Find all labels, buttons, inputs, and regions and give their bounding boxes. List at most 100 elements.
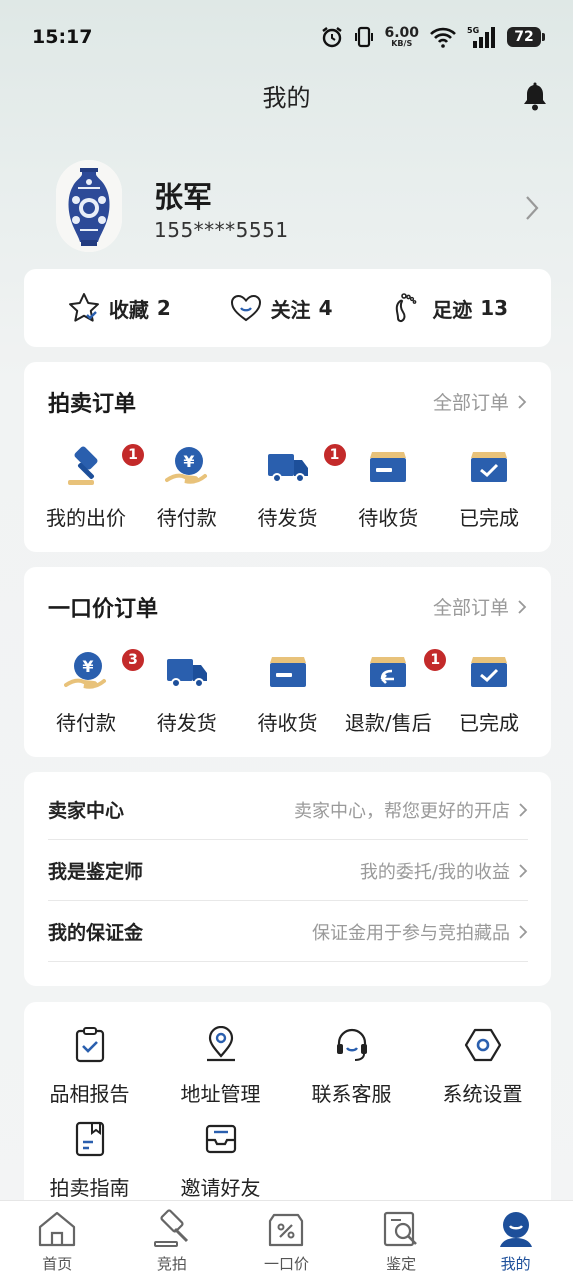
stat-footprints-count: 13 [480, 296, 509, 320]
tool-address[interactable]: 地址管理 [155, 1026, 286, 1107]
tool-auction-guide[interactable]: 拍卖指南 [24, 1120, 155, 1201]
heart-icon [230, 294, 261, 322]
stat-following[interactable]: 关注 4 [229, 291, 333, 325]
auction-order-row: 1 我的出价 ¥ 待付款 1 待发货 待收货 已完成 [24, 434, 551, 531]
auction-all-orders-link[interactable]: 全部订单 [433, 388, 527, 415]
order-completed[interactable]: 已完成 [443, 434, 535, 531]
stat-favorites-label: 收藏 [108, 297, 149, 322]
tools-card: 品相报告 地址管理 联系客服 系统设置 拍卖指南 邀请好友 [24, 1002, 551, 1222]
net-speed-value: 6.00 [384, 25, 419, 41]
stat-favorites-count: 2 [156, 296, 171, 320]
fixed-orders-title: 一口价订单 [48, 597, 159, 622]
avatar[interactable] [56, 160, 122, 252]
stat-footprints[interactable]: 足迹 13 [390, 291, 508, 325]
status-time: 15:17 [32, 26, 93, 48]
auction-orders-title: 拍卖订单 [48, 392, 137, 417]
user-phone: 155****5551 [154, 218, 289, 242]
menu-deposit-label: 我的保证金 [48, 922, 144, 944]
tab-profile[interactable]: 我的 [461, 1201, 571, 1280]
chevron-right-icon [518, 394, 527, 409]
truck-icon [166, 659, 207, 688]
chevron-right-icon[interactable] [524, 194, 540, 222]
fixed-order-completed[interactable]: 已完成 [443, 639, 535, 736]
fixed-all-orders-link[interactable]: 全部订单 [433, 593, 527, 620]
profile-header[interactable]: 张军 155****5551 [52, 160, 552, 254]
inbox-invite-icon [205, 1124, 236, 1154]
fixed-order-pending-receive[interactable]: 待收货 [242, 639, 334, 736]
fixed-order-pending-payment[interactable]: ¥ 3 待付款 [40, 639, 146, 736]
stats-card: 收藏 2 关注 4 足迹 13 [24, 269, 551, 347]
tab-appraise[interactable]: 鉴定 [346, 1201, 456, 1280]
box-check-icon [471, 657, 507, 687]
tab-home-label: 首页 [42, 1255, 73, 1273]
box-icon [370, 452, 407, 482]
fixed-order-pending-ship[interactable]: 待发货 [141, 639, 233, 736]
guide-doc-icon [75, 1121, 104, 1157]
menu-seller-center[interactable]: 卖家中心 卖家中心，帮您更好的开店 [48, 780, 528, 840]
tool-invite-friends-label: 邀请好友 [180, 1176, 261, 1200]
hexagon-settings-icon [464, 1028, 501, 1062]
tool-customer-service[interactable]: 联系客服 [286, 1026, 417, 1107]
order-pending-ship[interactable]: 1 待发货 [242, 434, 348, 531]
fixed-order-completed-label: 已完成 [459, 711, 519, 735]
stat-footprints-label: 足迹 [432, 297, 473, 322]
appraise-search-icon [383, 1211, 417, 1247]
price-tag-icon [269, 1213, 304, 1247]
battery-icon: 72 [507, 27, 545, 47]
auction-all-orders-label: 全部订单 [432, 392, 509, 414]
menu-seller-center-desc: 卖家中心，帮您更好的开店 [294, 800, 510, 822]
stat-favorites[interactable]: 收藏 2 [67, 291, 171, 325]
menu-appraiser-desc: 我的委托/我的收益 [359, 861, 510, 883]
tool-invite-friends[interactable]: 邀请好友 [155, 1120, 286, 1201]
order-pending-payment[interactable]: ¥ 待付款 [141, 434, 233, 531]
box-check-icon [471, 452, 507, 482]
battery-level: 72 [514, 29, 534, 45]
gavel-icon [68, 446, 98, 485]
tool-settings[interactable]: 系统设置 [417, 1026, 548, 1107]
user-name: 张军 [154, 180, 213, 214]
svg-text:5G: 5G [467, 26, 479, 35]
tool-settings-label: 系统设置 [442, 1082, 523, 1106]
tab-auction[interactable]: 竞拍 [117, 1201, 227, 1280]
order-pending-receive[interactable]: 待收货 [342, 434, 434, 531]
alarm-icon [322, 27, 343, 48]
tab-appraise-label: 鉴定 [386, 1255, 417, 1273]
tool-customer-service-label: 联系客服 [311, 1082, 392, 1106]
bell-icon[interactable] [521, 82, 549, 112]
menu-seller-center-label: 卖家中心 [48, 800, 125, 822]
chevron-right-icon [519, 924, 528, 939]
menu-deposit[interactable]: 我的保证金 保证金用于参与竞拍藏品 [48, 902, 528, 962]
vibrate-icon [355, 26, 374, 48]
tool-address-label: 地址管理 [180, 1082, 261, 1106]
tab-home[interactable]: 首页 [2, 1201, 112, 1280]
net-speed: 6.00 KB/S [384, 26, 419, 48]
order-pending-receive-label: 待收货 [358, 506, 419, 530]
menu-deposit-desc: 保证金用于参与竞拍藏品 [312, 922, 510, 944]
vase-avatar-image [56, 160, 122, 252]
stat-following-label: 关注 [270, 297, 311, 322]
fixed-order-pending-payment-label: 待付款 [56, 711, 116, 735]
fixed-all-orders-label: 全部订单 [432, 597, 509, 619]
fixed-order-refund[interactable]: 1 退款/售后 [342, 639, 449, 736]
stat-following-count: 4 [318, 296, 333, 320]
tool-condition-report[interactable]: 品相报告 [24, 1026, 155, 1107]
order-pending-ship-label: 待发货 [257, 506, 318, 530]
tab-fixed-price[interactable]: 一口价 [231, 1201, 341, 1280]
wifi-icon [430, 27, 456, 48]
5g-signal-icon: 5G [467, 26, 495, 48]
tool-auction-guide-label: 拍卖指南 [49, 1176, 130, 1200]
headset-icon [336, 1028, 367, 1061]
fixed-order-refund-label: 退款/售后 [344, 711, 432, 735]
order-my-bids[interactable]: 1 我的出价 [40, 434, 146, 531]
order-completed-label: 已完成 [459, 506, 519, 530]
tool-condition-report-label: 品相报告 [49, 1082, 130, 1106]
menu-card: 卖家中心 卖家中心，帮您更好的开店 我是鉴定师 我的委托/我的收益 我的保证金 … [24, 772, 551, 986]
gavel-tab-icon [153, 1209, 188, 1247]
clipboard-check-icon [75, 1027, 104, 1063]
svg-text:¥: ¥ [183, 452, 194, 471]
star-icon [68, 293, 99, 322]
order-my-bids-label: 我的出价 [46, 506, 126, 530]
page-title: 我的 [262, 84, 311, 112]
menu-appraiser[interactable]: 我是鉴定师 我的委托/我的收益 [48, 841, 528, 901]
home-icon [39, 1211, 76, 1247]
